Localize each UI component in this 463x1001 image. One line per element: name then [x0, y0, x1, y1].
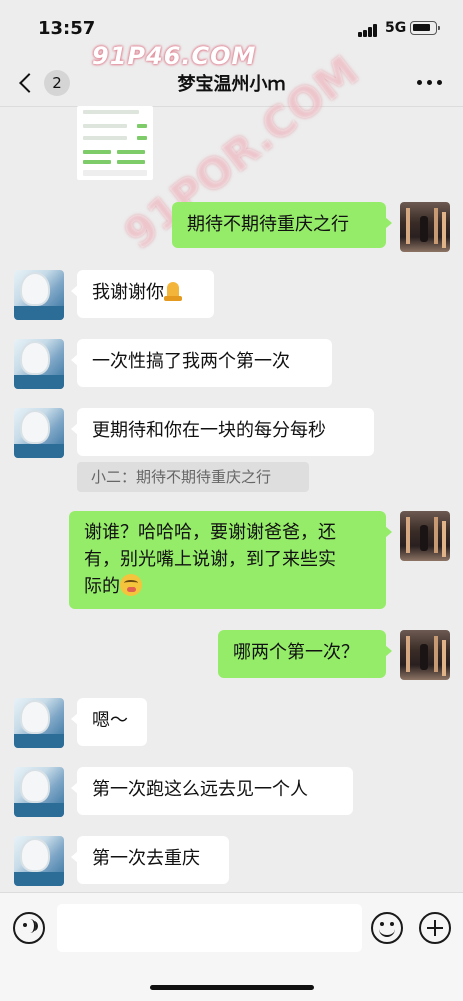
message-text: 一次性搞了我两个第一次 — [92, 351, 290, 372]
peer-avatar[interactable] — [14, 339, 64, 389]
grimace-emoji-icon — [120, 574, 142, 596]
pray-emoji-icon — [164, 281, 182, 301]
self-avatar[interactable] — [400, 202, 450, 252]
peer-avatar[interactable] — [14, 698, 64, 748]
quoted-message[interactable]: 小二：期待不期待重庆之行 — [77, 462, 309, 492]
message-bubble-peer[interactable]: 更期待和你在一块的每分每秒 — [71, 408, 374, 456]
message-text: 嗯～ — [92, 710, 128, 731]
voice-icon[interactable] — [13, 912, 45, 944]
input-bar — [0, 892, 463, 1001]
message-bubble-peer[interactable]: 嗯～ — [71, 698, 147, 746]
message-text: 期待不期待重庆之行 — [187, 214, 349, 235]
message-bubble-self[interactable]: 谢谁？哈哈哈，要谢谢爸爸，还 有，别光嘴上说谢，到了来些实 际的 — [69, 511, 392, 609]
peer-avatar[interactable] — [14, 408, 64, 458]
signal-icon — [358, 24, 380, 37]
message-text-line: 际的 — [84, 576, 120, 597]
message-text-line: 有，别光嘴上说谢，到了来些实 — [84, 549, 336, 570]
message-bubble-peer[interactable]: 我谢谢你 — [71, 270, 214, 318]
emoji-icon[interactable] — [371, 912, 403, 944]
home-indicator — [150, 985, 314, 990]
peer-avatar[interactable] — [14, 836, 64, 886]
message-text: 我谢谢你 — [92, 282, 164, 303]
chat-title: 梦宝温州小ｍ — [177, 74, 286, 95]
message-text: 第一次去重庆 — [92, 848, 200, 869]
self-avatar[interactable] — [400, 511, 450, 561]
self-avatar[interactable] — [400, 630, 450, 680]
plus-icon[interactable] — [419, 912, 451, 944]
peer-avatar[interactable] — [14, 767, 64, 817]
message-bubble-self[interactable]: 期待不期待重庆之行 — [172, 202, 392, 248]
battery-icon — [410, 21, 440, 35]
message-input[interactable] — [57, 904, 362, 952]
more-dots-icon[interactable] — [417, 80, 443, 86]
message-bubble-peer[interactable]: 一次性搞了我两个第一次 — [71, 339, 332, 387]
message-text: 更期待和你在一块的每分每秒 — [92, 420, 326, 441]
peer-avatar[interactable] — [14, 270, 64, 320]
message-text: 哪两个第一次？ — [233, 642, 359, 663]
message-text-line: 谢谁？哈哈哈，要谢谢爸爸，还 — [84, 522, 336, 543]
watermark-logo: 91P46.COM — [92, 42, 257, 70]
message-text: 第一次跑这么远去见一个人 — [92, 779, 308, 800]
shared-image-preview[interactable] — [77, 106, 153, 180]
message-bubble-peer[interactable]: 第一次去重庆 — [71, 836, 229, 884]
message-bubble-peer[interactable]: 第一次跑这么远去见一个人 — [71, 767, 353, 815]
message-bubble-self[interactable]: 哪两个第一次？ — [218, 630, 392, 678]
status-time: 13:57 — [38, 18, 96, 39]
network-label: 5G — [385, 20, 407, 36]
